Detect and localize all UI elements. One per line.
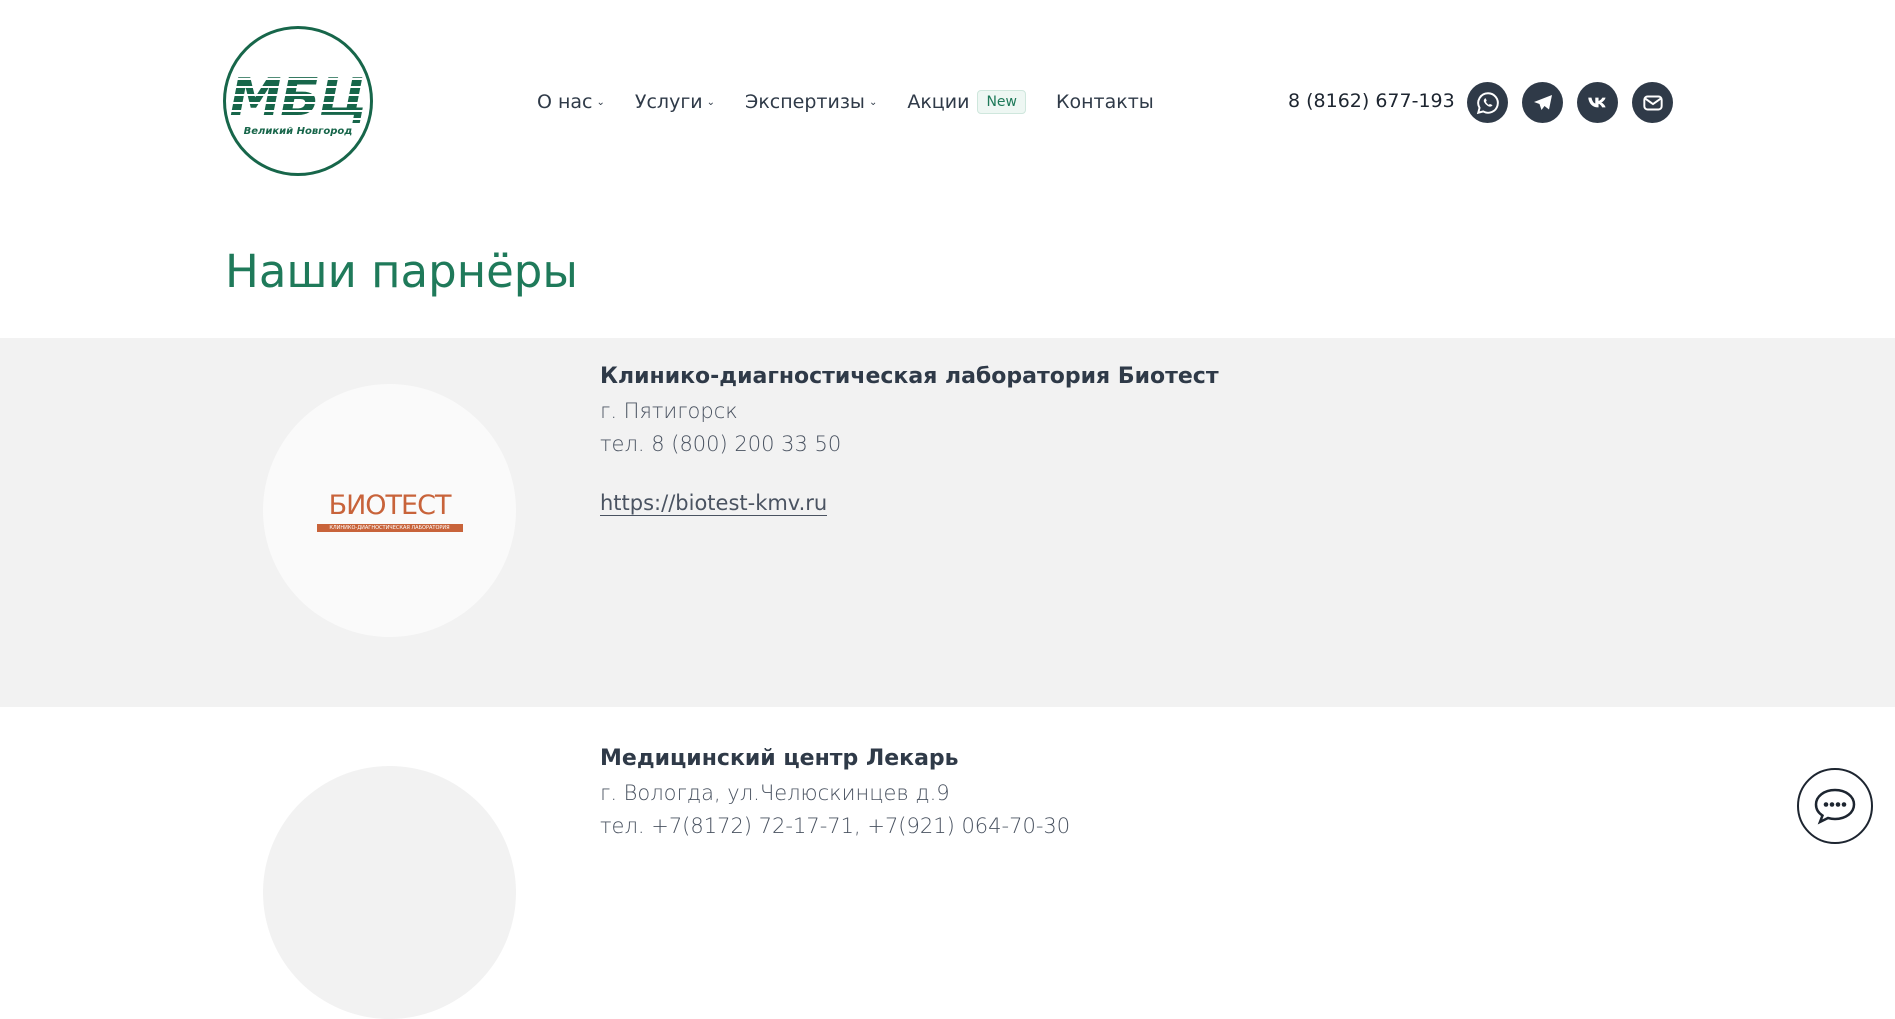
whatsapp-icon[interactable] (1467, 82, 1508, 123)
header-phone-link[interactable]: 8 (8162) 677-193 (1288, 90, 1455, 112)
partner-phone: тел. +7(8172) 72-17-71, +7(921) 064-70-3… (600, 814, 1071, 838)
partner-name: Клинико-диагностическая лаборатория Биот… (600, 364, 1219, 389)
biotest-logo: БИОТЕСТ КЛИНИКО-ДИАГНОСТИЧЕСКАЯ ЛАБОРАТО… (316, 489, 463, 532)
mail-icon[interactable] (1632, 82, 1673, 123)
nav-item-promotions[interactable]: Акции New (907, 90, 1026, 114)
chat-bubble-icon (1814, 788, 1856, 825)
chevron-down-icon: ⌄ (868, 96, 878, 108)
mbc-logo[interactable]: МБЦ Великий Новгород (223, 26, 373, 176)
partner-city: г. Вологда, ул.Челюскинцев д.9 (600, 781, 950, 805)
site-header: МБЦ Великий Новгород О нас ⌄ Услуги ⌄ Эк… (0, 0, 1895, 205)
nav-item-contacts[interactable]: Контакты (1056, 91, 1154, 113)
nav-item-expertise[interactable]: Экспертизы ⌄ (745, 91, 877, 113)
partner-name: Медицинский центр Лекарь (600, 746, 959, 771)
nav-item-label: Контакты (1055, 91, 1154, 113)
partner-info: Клинико-диагностическая лаборатория Биот… (600, 364, 1219, 516)
nav-item-label: Акции (907, 91, 970, 113)
biotest-logo-caption: КЛИНИКО-ДИАГНОСТИЧЕСКАЯ ЛАБОРАТОРИЯ (316, 523, 463, 532)
nav-item-about[interactable]: О нас ⌄ (537, 91, 605, 113)
partner-logo-circle (263, 766, 516, 1019)
vk-icon[interactable] (1577, 82, 1618, 123)
nav-item-label: О нас (537, 91, 593, 113)
page-title: Наши парнёры (225, 245, 578, 298)
main-nav: О нас ⌄ Услуги ⌄ Экспертизы ⌄ Акции New … (537, 90, 1184, 114)
chevron-down-icon: ⌄ (706, 96, 716, 108)
nav-item-services[interactable]: Услуги ⌄ (635, 91, 715, 113)
logo-mark: МБЦ (229, 67, 368, 128)
partner-city: г. Пятигорск (600, 399, 738, 423)
chevron-down-icon: ⌄ (596, 96, 605, 108)
chat-widget-button[interactable] (1797, 768, 1873, 844)
logo-subtitle: Великий Новгород (243, 125, 353, 137)
partner-website-link[interactable]: https://biotest-kmv.ru (600, 491, 828, 516)
partner-logo-circle: БИОТЕСТ КЛИНИКО-ДИАГНОСТИЧЕСКАЯ ЛАБОРАТО… (263, 384, 516, 637)
biotest-logo-text: БИОТЕСТ (328, 489, 452, 521)
nav-item-label: Услуги (634, 91, 703, 113)
partner-info: Медицинский центр Лекарь г. Вологда, ул.… (600, 746, 1070, 843)
new-badge: New (977, 90, 1026, 114)
nav-item-label: Экспертизы (745, 91, 865, 113)
partner-phone: тел. 8 (800) 200 33 50 (600, 432, 842, 456)
telegram-icon[interactable] (1522, 82, 1563, 123)
